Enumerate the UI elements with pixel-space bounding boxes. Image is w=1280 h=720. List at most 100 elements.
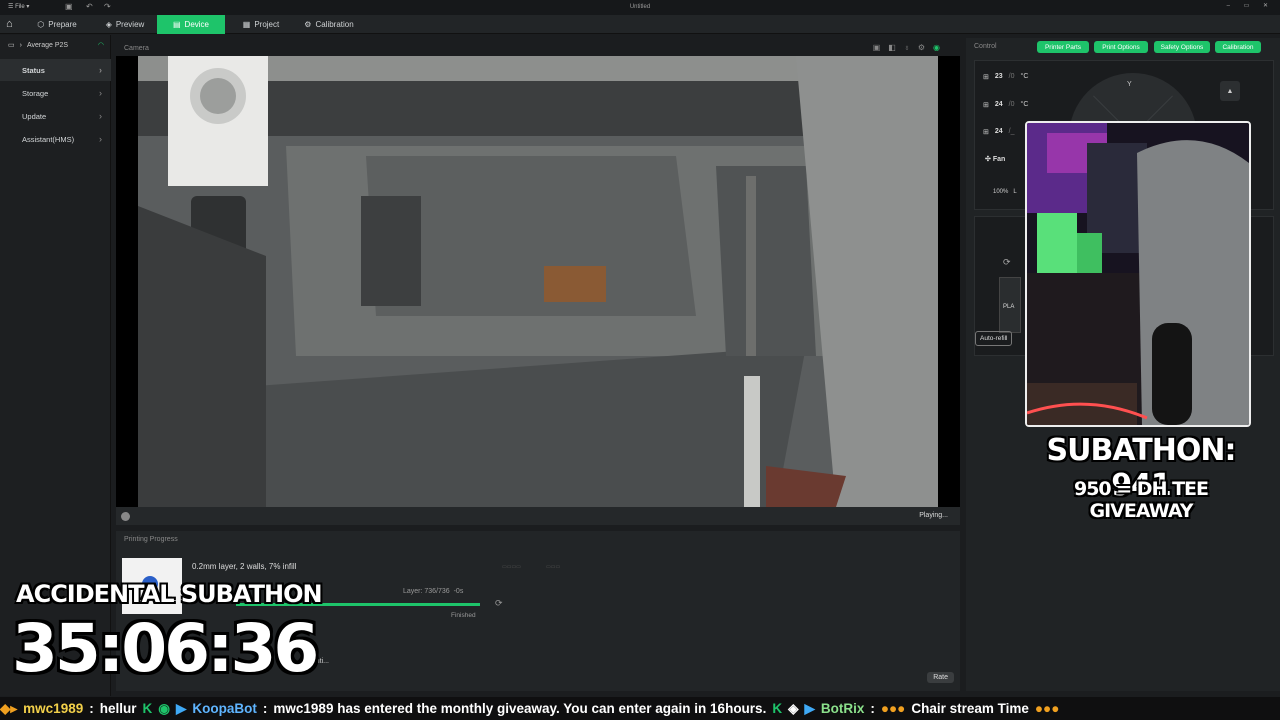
tab-device[interactable]: ▤ Device — [157, 15, 225, 34]
bot-username: BotRix — [820, 701, 865, 716]
speed-readout: 100% L — [993, 189, 1017, 195]
tab-preview[interactable]: ◈ Preview — [96, 15, 154, 34]
camera-toolbar: ▣◧♁⚙◉ — [873, 43, 948, 52]
tab-label: Calibration — [315, 20, 354, 29]
fan-icon: ✣ — [985, 156, 991, 163]
bot-message: mwc1989 has entered the monthly giveaway… — [273, 701, 767, 716]
bot-icon: ▶ — [176, 700, 187, 716]
calibration-icon: ⚙ — [304, 20, 312, 29]
bot-username: KoopaBot — [192, 701, 257, 716]
refresh-icon[interactable]: ⟳ — [495, 598, 503, 609]
progress-title: Printing Progress — [124, 536, 178, 543]
print-description: 0.2mm layer, 2 walls, 7% infill — [192, 562, 297, 571]
sidebar-item-status[interactable]: Status › — [0, 59, 111, 81]
dial-y-label: Y — [1127, 81, 1132, 88]
sidebar-item-label: Storage — [22, 88, 49, 98]
chat-message: hellur — [99, 701, 137, 716]
ams-slot[interactable]: PLA — [999, 277, 1021, 333]
refresh-icon[interactable]: ⟳ — [1003, 257, 1011, 268]
print-state: Finished — [451, 612, 476, 619]
tab-calibration[interactable]: ⚙ Calibration — [296, 15, 362, 34]
emote-icon: ●●● — [880, 701, 906, 716]
chevron-right-icon: › — [99, 88, 102, 98]
camera-settings-icon[interactable]: ⚙ — [918, 43, 933, 52]
layer-info: Layer: 736/736 -0s — [403, 588, 463, 595]
kick-icon: K — [772, 701, 783, 716]
window-controls[interactable]: – ▭ ✕ — [1227, 2, 1274, 9]
print-weight-faint: ▭▭▭ — [546, 564, 561, 570]
sidebar-item-label: Status — [22, 65, 45, 75]
sidebar-item-label: Update — [22, 111, 47, 121]
stop-icon[interactable] — [121, 512, 130, 521]
sidebar-item-update[interactable]: Update › — [0, 105, 111, 127]
tab-label: Preview — [115, 20, 145, 29]
camera-header: Camera ▣◧♁⚙◉ — [116, 40, 960, 56]
tab-label: Prepare — [48, 20, 77, 29]
temp-unit: °C — [1020, 73, 1029, 80]
camera-title: Camera — [124, 44, 149, 52]
bot-icon: ▶ — [804, 700, 815, 716]
chat-ticker: ◆▸ mwc1989 : hellur K ◉ ▶ KoopaBot : mwc… — [0, 697, 1280, 720]
nozzle-temp[interactable]: ⊞ 23/0 °C — [983, 73, 1028, 81]
tab-prepare[interactable]: ⬡ Prepare — [28, 15, 86, 34]
tab-project[interactable]: ▦ Project — [232, 15, 290, 34]
main-nav: ⌂ ⬡ Prepare ◈ Preview ▤ Device ▦ Project ⚙ Ca… — [0, 15, 1280, 34]
record-icon[interactable]: ▣ — [873, 43, 889, 52]
printer-selector[interactable]: ▭ › Average P2S ◠ — [8, 41, 104, 50]
streamer-webcam — [1025, 121, 1251, 427]
temp-target: /0 — [1008, 101, 1015, 108]
light-icon[interactable]: ♁ — [904, 43, 918, 52]
fan-control[interactable]: ✣ Fan — [985, 155, 1005, 163]
printer-icon: ▭ — [8, 42, 15, 49]
subathon-title: ACCIDENTAL SUBATHON — [16, 580, 323, 608]
project-icon: ▦ — [242, 20, 251, 29]
chevron-right-icon: › — [99, 134, 102, 144]
temp-target: /0 — [1008, 73, 1015, 80]
preview-icon: ◈ — [105, 20, 112, 29]
triangle-up-icon: ▲ — [1226, 87, 1234, 95]
sidebar-item-label: Assistant(HMS) — [22, 134, 75, 144]
chamber-icon: ⊞ — [983, 129, 989, 136]
auto-refill-button[interactable]: Auto-refill — [975, 331, 1013, 346]
chat-separator: : — [870, 701, 875, 716]
bot-message: Chair stream Time — [911, 701, 1029, 716]
tab-label: Device — [184, 20, 209, 29]
chat-separator: : — [262, 701, 268, 716]
fan-label: Fan — [992, 156, 1006, 163]
bed-icon: ⊞ — [983, 102, 989, 109]
speed-value: 100% — [993, 189, 1009, 195]
camera-footer: Playing... — [116, 507, 960, 525]
title-bar: ☰ File ▾ ▣ ↶ ↷ Untitled – ▭ ✕ — [0, 0, 1280, 15]
emote-icon: ◈ — [788, 700, 799, 716]
temp-value: 23 — [994, 73, 1003, 80]
print-options-button[interactable]: Print Options — [1094, 41, 1148, 53]
calibration-button[interactable]: Calibration — [1215, 41, 1261, 53]
wifi-icon: ◠ — [97, 42, 104, 49]
layer-count: Layer: 736/736 — [403, 588, 450, 595]
safety-options-button[interactable]: Safety Options — [1154, 41, 1210, 53]
bed-temp[interactable]: ⊞ 24/0 °C — [983, 101, 1028, 109]
ticker-icon: ◆▸ — [0, 700, 18, 716]
filament-type: PLA — [1003, 304, 1015, 310]
rate-button[interactable]: Rate — [927, 672, 954, 683]
chamber-temp[interactable]: ⊞ 24 /_ — [983, 128, 1015, 136]
camera-status: Playing... — [919, 512, 948, 519]
tab-label: Project — [254, 20, 280, 29]
temp-value: 24 — [994, 101, 1003, 108]
emote-icon: ◉ — [158, 700, 171, 716]
camera-feed — [116, 56, 960, 507]
chevron-right-icon: › — [99, 65, 102, 75]
kick-icon: K — [142, 701, 153, 716]
home-icon[interactable]: ⌂ — [6, 18, 13, 30]
sidebar-item-assistant[interactable]: Assistant(HMS) › — [0, 128, 111, 150]
print-time-faint: ▭▭▭▭ — [502, 564, 521, 570]
printer-parts-button[interactable]: Printer Parts — [1037, 41, 1089, 53]
prepare-icon: ⬡ — [37, 20, 45, 29]
sidebar-item-storage[interactable]: Storage › — [0, 82, 111, 104]
temp-value: 24 — [994, 128, 1003, 135]
chat-separator: : — [89, 701, 94, 716]
timelapse-icon[interactable]: ◧ — [888, 43, 904, 52]
live-view-icon[interactable]: ◉ — [933, 43, 948, 52]
z-up-button[interactable]: ▲ — [1220, 81, 1240, 101]
emote-icon: ●●● — [1034, 701, 1060, 716]
